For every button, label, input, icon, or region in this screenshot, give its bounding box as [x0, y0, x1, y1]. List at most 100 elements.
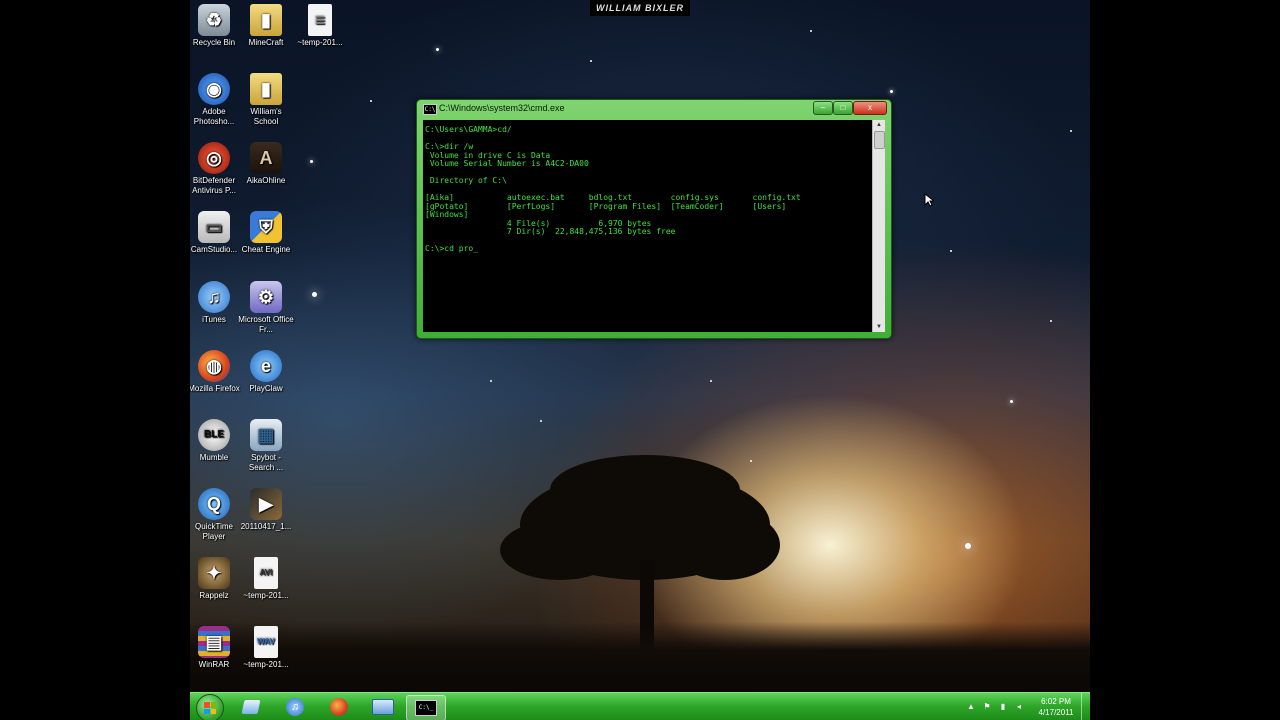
start-button[interactable] [196, 694, 224, 720]
desktop-icon-label: William's School [250, 107, 282, 126]
desktop-icon-label: QuickTime Player [195, 522, 233, 541]
star [370, 100, 372, 102]
desktop-icon-itunes[interactable]: ♫ iTunes [190, 281, 242, 325]
tray-network-icon[interactable]: ▮ [998, 702, 1008, 712]
desktop-icon-label: WinRAR [198, 660, 230, 669]
star [890, 90, 893, 93]
star [750, 460, 752, 462]
desktop-icon-minecraft[interactable]: ▮ MineCraft [238, 4, 294, 48]
desktop-icon-williams-school[interactable]: ▮ William's School [238, 73, 294, 127]
star [312, 292, 317, 297]
clock-time: 6:02 PM [1041, 697, 1071, 706]
desktop-icon-label: ~temp-201... [297, 38, 343, 47]
star [710, 380, 712, 382]
office-icon: ⚙ [250, 281, 282, 313]
desktop-icon-mumble[interactable]: BLE Mumble [190, 419, 242, 463]
console-line: C:\>cd pro_ [425, 244, 478, 253]
recycle-bin-icon: ♻ [198, 4, 230, 36]
star [1010, 400, 1013, 403]
shield-icon: ⛨ [250, 211, 282, 243]
tree-crown [500, 520, 620, 580]
video-icon: ▶ [250, 488, 282, 520]
music-note-icon: ♫ [286, 698, 304, 716]
taskbar-firefox[interactable] [320, 695, 358, 719]
spybot-icon: ▦ [250, 419, 282, 451]
desktop-icon-photoshop[interactable]: ◉ Adobe Photosho... [190, 73, 242, 127]
tray-volume-icon[interactable]: ◂ [1014, 702, 1024, 712]
wav-file-icon: WAV [254, 626, 278, 658]
quicktime-icon: Q [198, 488, 230, 520]
desktop-icon-playclaw[interactable]: e PlayClaw [238, 350, 294, 394]
cmd-icon: C:\ [423, 104, 437, 115]
window-icon: ▭ [198, 211, 230, 243]
console-line: 7 Dir(s) 22,848,475,136 bytes free [425, 227, 676, 236]
taskbar-explorer[interactable] [232, 695, 270, 719]
scroll-down-icon[interactable]: ▼ [873, 322, 885, 332]
desktop-icon-label: ~temp-201... [243, 660, 289, 669]
bitdefender-icon: ◎ [198, 142, 230, 174]
show-desktop-button[interactable] [1081, 693, 1090, 720]
clock-date: 4/17/2011 [1038, 708, 1074, 717]
desktop-icon-label: AikaOhline [246, 176, 286, 185]
close-button[interactable]: x [853, 101, 887, 115]
desktop-icon-temp-doc[interactable]: ≡ ~temp-201... [292, 4, 348, 48]
music-note-icon: ♫ [198, 281, 230, 313]
desktop-icon-label: 20110417_1... [240, 522, 292, 531]
winrar-icon: ▤ [198, 626, 230, 658]
desktop-icon-spybot[interactable]: ▦ Spybot - Search ... [238, 419, 294, 473]
desktop-icon-recycle-bin[interactable]: ♻ Recycle Bin [190, 4, 242, 48]
taskbar-itunes[interactable]: ♫ [276, 695, 314, 719]
desktop-icon-camstudio[interactable]: ▭ CamStudio... [190, 211, 242, 255]
desktop-icon-rappelz[interactable]: ✦ Rappelz [190, 557, 242, 601]
desktop-icon-quicktime[interactable]: Q QuickTime Player [190, 488, 242, 542]
console-output[interactable]: C:\Users\GAMMA>cd/ C:\>dir /w Volume in … [423, 120, 873, 332]
folder-icon: ▮ [250, 73, 282, 105]
mouse-cursor-icon [924, 193, 934, 207]
avi-file-icon: AVI [254, 557, 278, 589]
star [590, 60, 592, 62]
maximize-button[interactable]: □ [833, 101, 853, 115]
desktop-icon-label: Mumble [199, 453, 229, 462]
star [950, 250, 952, 252]
star [436, 48, 439, 51]
cmd-client-area[interactable]: C:\Users\GAMMA>cd/ C:\>dir /w Volume in … [423, 120, 885, 332]
desktop-icon-label: Microsoft Office Fr... [238, 315, 294, 334]
cmd-titlebar[interactable]: C:\ C:\Windows\system32\cmd.exe – □ x [417, 100, 891, 118]
tree-crown [670, 510, 780, 580]
desktop-icon-label: Recycle Bin [192, 38, 236, 47]
minimize-button[interactable]: – [813, 101, 833, 115]
desktop-icon-aika[interactable]: A AikaOhline [238, 142, 294, 186]
desktop-icon-label: Adobe Photosho... [193, 107, 235, 126]
windows-logo-icon [204, 702, 216, 714]
clock[interactable]: 6:02 PM 4/17/2011 [1032, 696, 1080, 720]
desktop-icon-label: CamStudio... [190, 245, 238, 254]
taskbar-monitor[interactable] [364, 695, 402, 719]
vertical-scrollbar[interactable]: ▲ ▼ [872, 120, 885, 332]
cmd-window[interactable]: C:\ C:\Windows\system32\cmd.exe – □ x C:… [416, 99, 892, 339]
desktop-icon-label: Spybot - Search ... [248, 453, 284, 472]
taskbar-cmd[interactable]: C:\_ [406, 695, 446, 720]
grass-horizon [190, 622, 1090, 692]
desktop-icon-cheat-engine[interactable]: ⛨ Cheat Engine [238, 211, 294, 255]
desktop-icon-temp-avi[interactable]: AVI ~temp-201... [238, 557, 294, 601]
taskbar: ♫ C:\_ ▲ ⚑ ▮ ◂ 6:02 PM 4/17/2011 [190, 692, 1090, 720]
desktop-icon-firefox[interactable]: ◍ Mozilla Firefox [190, 350, 242, 394]
desktop-icon-office[interactable]: ⚙ Microsoft Office Fr... [238, 281, 294, 335]
console-line: Volume Serial Number is A4C2-DA00 [425, 159, 589, 168]
watermark: WILLIAM BIXLER [590, 0, 690, 16]
document-icon: ≡ [308, 4, 332, 36]
desktop-icon-video[interactable]: ▶ 20110417_1... [238, 488, 294, 532]
tray-chevron-icon[interactable]: ▲ [966, 702, 976, 712]
desktop-icon-winrar[interactable]: ▤ WinRAR [190, 626, 242, 670]
tray-flag-icon[interactable]: ⚑ [982, 702, 992, 712]
scroll-up-icon[interactable]: ▲ [873, 120, 885, 130]
console-line: [gPotato] [PerfLogs] [Program Files] [Te… [425, 201, 787, 211]
scroll-thumb[interactable] [874, 131, 885, 149]
desktop-icon-temp-wav[interactable]: WAV ~temp-201... [238, 626, 294, 670]
playclaw-icon: e [250, 350, 282, 382]
desktop-icon-bitdefender[interactable]: ◎ BitDefender Antivirus P... [190, 142, 242, 196]
star [310, 160, 313, 163]
camera-icon: ◉ [198, 73, 230, 105]
mumble-icon: BLE [198, 419, 230, 451]
